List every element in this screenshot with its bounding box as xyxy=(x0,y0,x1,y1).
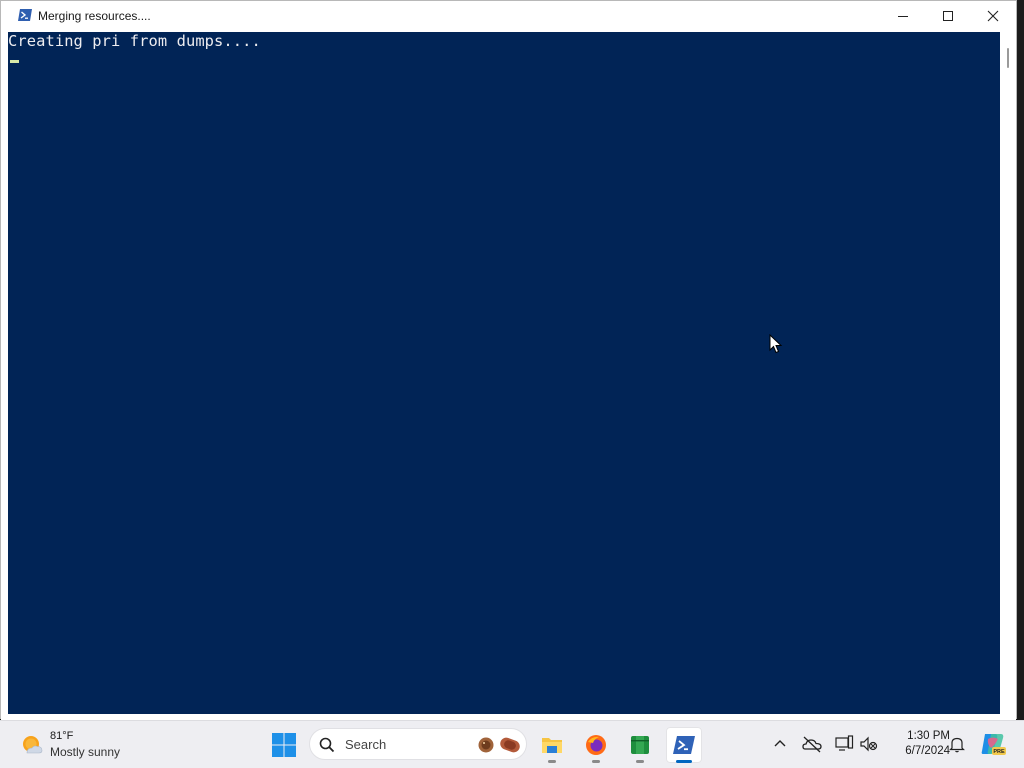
start-icon xyxy=(272,733,296,757)
search-icon xyxy=(319,737,335,753)
app-running-indicator xyxy=(548,760,556,763)
powershell-icon xyxy=(673,736,695,754)
app-running-indicator xyxy=(592,760,600,763)
title-bar[interactable]: Merging resources.... xyxy=(1,1,1016,31)
weather-widget[interactable]: 81°F Mostly sunny xyxy=(18,729,158,761)
chevron-up-icon[interactable] xyxy=(769,733,791,755)
volume-muted-icon[interactable] xyxy=(858,733,880,755)
taskbar-firefox[interactable] xyxy=(578,727,614,763)
copilot-icon[interactable]: PRE xyxy=(979,730,1007,758)
taskbar: 81°F Mostly sunny Search 1:30 PM 6/7/202… xyxy=(0,720,1024,768)
clock-time: 1:30 PM xyxy=(907,730,950,742)
close-icon xyxy=(987,10,999,22)
file-explorer-icon xyxy=(542,738,562,753)
notification-bell-icon[interactable] xyxy=(946,733,968,755)
minimize-button[interactable] xyxy=(880,1,926,31)
powershell-icon xyxy=(18,9,32,21)
maximize-button[interactable] xyxy=(925,1,971,31)
taskbar-search[interactable]: Search xyxy=(309,728,527,760)
green-app-icon xyxy=(631,736,649,754)
mouse-pointer-icon xyxy=(769,334,783,354)
window-title: Merging resources.... xyxy=(38,9,151,23)
partly-sunny-icon xyxy=(23,736,43,754)
maximize-icon xyxy=(943,11,953,21)
network-icon[interactable] xyxy=(833,733,855,755)
app-running-indicator xyxy=(636,760,644,763)
svg-text:PRE: PRE xyxy=(993,749,1005,755)
firefox-icon xyxy=(586,735,606,755)
taskbar-green-app[interactable] xyxy=(622,727,658,763)
weather-temperature: 81°F xyxy=(50,730,74,742)
clock[interactable]: 1:30 PM 6/7/2024 xyxy=(884,729,950,759)
taskbar-powershell[interactable] xyxy=(666,727,702,763)
console-line: Creating pri from dumps.... xyxy=(8,32,261,50)
start-button[interactable] xyxy=(268,729,300,761)
close-button[interactable] xyxy=(970,1,1016,31)
taskbar-file-explorer[interactable] xyxy=(534,727,570,763)
console-output[interactable]: Creating pri from dumps.... xyxy=(8,32,1000,714)
search-placeholder: Search xyxy=(345,737,387,752)
clock-date: 6/7/2024 xyxy=(905,745,950,757)
vertical-scrollbar[interactable] xyxy=(1000,32,1016,714)
search-highlight-icon xyxy=(478,737,520,753)
onedrive-icon[interactable] xyxy=(801,733,823,755)
console-window: Merging resources.... Creating pri from … xyxy=(0,0,1017,720)
text-cursor xyxy=(10,60,19,63)
weather-condition: Mostly sunny xyxy=(50,745,121,759)
minimize-icon xyxy=(898,16,908,17)
window-left-border xyxy=(1,32,8,714)
app-active-indicator xyxy=(676,760,692,763)
scroll-thumb[interactable] xyxy=(1007,48,1009,68)
